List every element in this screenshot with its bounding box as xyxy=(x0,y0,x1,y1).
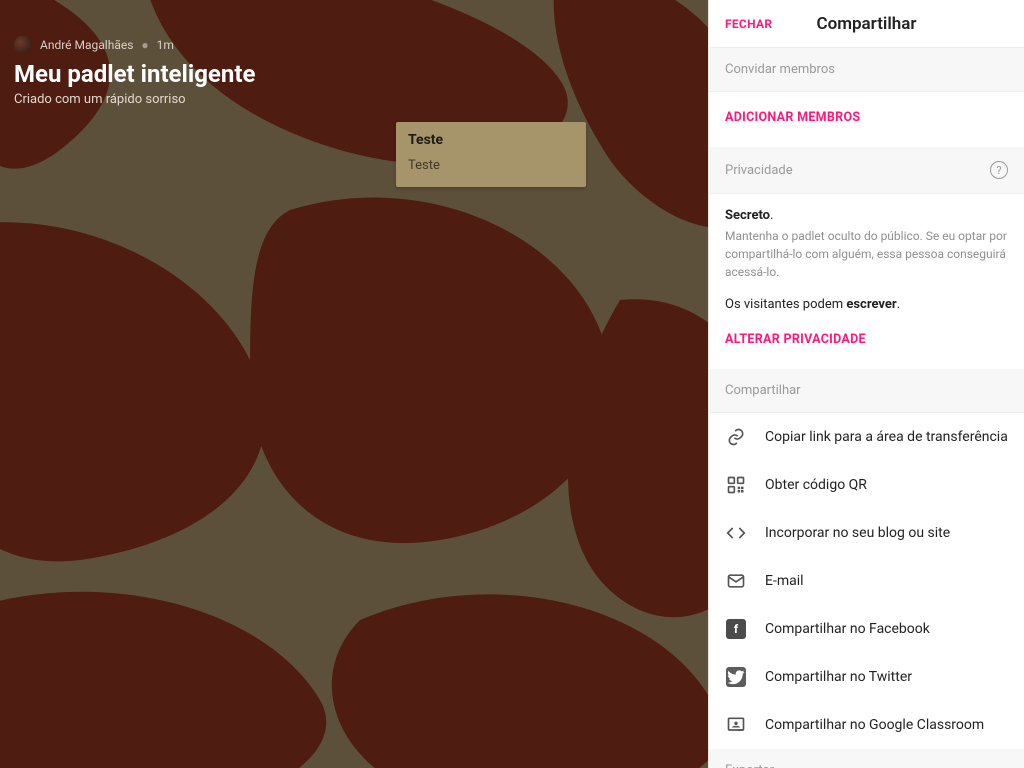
email-icon xyxy=(725,570,747,592)
privacy-description: Mantenha o padlet oculto do público. Se … xyxy=(725,227,1008,281)
share-twitter-label: Compartilhar no Twitter xyxy=(765,669,912,685)
section-share-label: Compartilhar xyxy=(725,383,801,398)
add-members-button[interactable]: ADICIONAR MEMBROS xyxy=(709,92,1024,147)
share-classroom-label: Compartilhar no Google Classroom xyxy=(765,717,984,733)
close-button[interactable]: FECHAR xyxy=(725,0,772,48)
share-panel-scroll[interactable]: Convidar membros ADICIONAR MEMBROS Priva… xyxy=(709,48,1024,768)
share-facebook[interactable]: f Compartilhar no Facebook xyxy=(709,605,1024,653)
share-panel-header: FECHAR Compartilhar xyxy=(709,0,1024,48)
share-twitter[interactable]: Compartilhar no Twitter xyxy=(709,653,1024,701)
author-avatar[interactable] xyxy=(14,36,32,54)
share-facebook-label: Compartilhar no Facebook xyxy=(765,621,930,637)
share-classroom[interactable]: Compartilhar no Google Classroom xyxy=(709,701,1024,749)
section-export: Exportar xyxy=(709,749,1024,768)
classroom-icon xyxy=(725,714,747,736)
post-card[interactable]: Teste Teste xyxy=(396,122,586,187)
change-privacy-button[interactable]: ALTERAR PRIVACIDADE xyxy=(709,314,1024,369)
post-age: 1m xyxy=(157,38,174,52)
section-invite-label: Convidar membros xyxy=(725,62,835,77)
share-panel: FECHAR Compartilhar Convidar membros ADI… xyxy=(708,0,1024,768)
post-card-title: Teste xyxy=(408,132,574,148)
section-privacy-label: Privacidade xyxy=(725,163,793,178)
share-embed[interactable]: Incorporar no seu blog ou site xyxy=(709,509,1024,557)
board-header: André Magalhães ● 1m Meu padlet intelige… xyxy=(14,36,255,107)
share-email[interactable]: E-mail xyxy=(709,557,1024,605)
section-export-label: Exportar xyxy=(725,763,774,768)
share-qr-label: Obter código QR xyxy=(765,477,867,493)
share-copy-link-label: Copiar link para a área de transferência xyxy=(765,429,1008,445)
separator-dot: ● xyxy=(141,38,148,52)
embed-icon xyxy=(725,522,747,544)
facebook-icon: f xyxy=(725,618,747,640)
board-title[interactable]: Meu padlet inteligente xyxy=(14,60,255,88)
author-name[interactable]: André Magalhães xyxy=(40,38,133,52)
qr-icon xyxy=(725,474,747,496)
privacy-details: Secreto. Mantenha o padlet oculto do púb… xyxy=(709,194,1024,314)
share-panel-title: Compartilhar xyxy=(816,14,916,34)
link-icon xyxy=(725,426,747,448)
visitor-permission: Os visitantes podem escrever. xyxy=(725,297,1008,312)
section-invite-members: Convidar membros xyxy=(709,48,1024,92)
board-dim-overlay xyxy=(0,0,708,768)
privacy-mode: Secreto. xyxy=(725,208,1008,223)
post-card-body: Teste xyxy=(408,158,574,173)
twitter-icon xyxy=(725,666,747,688)
section-privacy: Privacidade ? xyxy=(709,147,1024,194)
share-email-label: E-mail xyxy=(765,573,804,589)
board-canvas[interactable]: André Magalhães ● 1m Meu padlet intelige… xyxy=(0,0,708,768)
privacy-help-icon[interactable]: ? xyxy=(990,161,1008,179)
section-share: Compartilhar xyxy=(709,369,1024,413)
share-copy-link[interactable]: Copiar link para a área de transferência xyxy=(709,413,1024,461)
board-subtitle: Criado com um rápido sorriso xyxy=(14,92,255,107)
share-embed-label: Incorporar no seu blog ou site xyxy=(765,525,950,541)
share-qr[interactable]: Obter código QR xyxy=(709,461,1024,509)
